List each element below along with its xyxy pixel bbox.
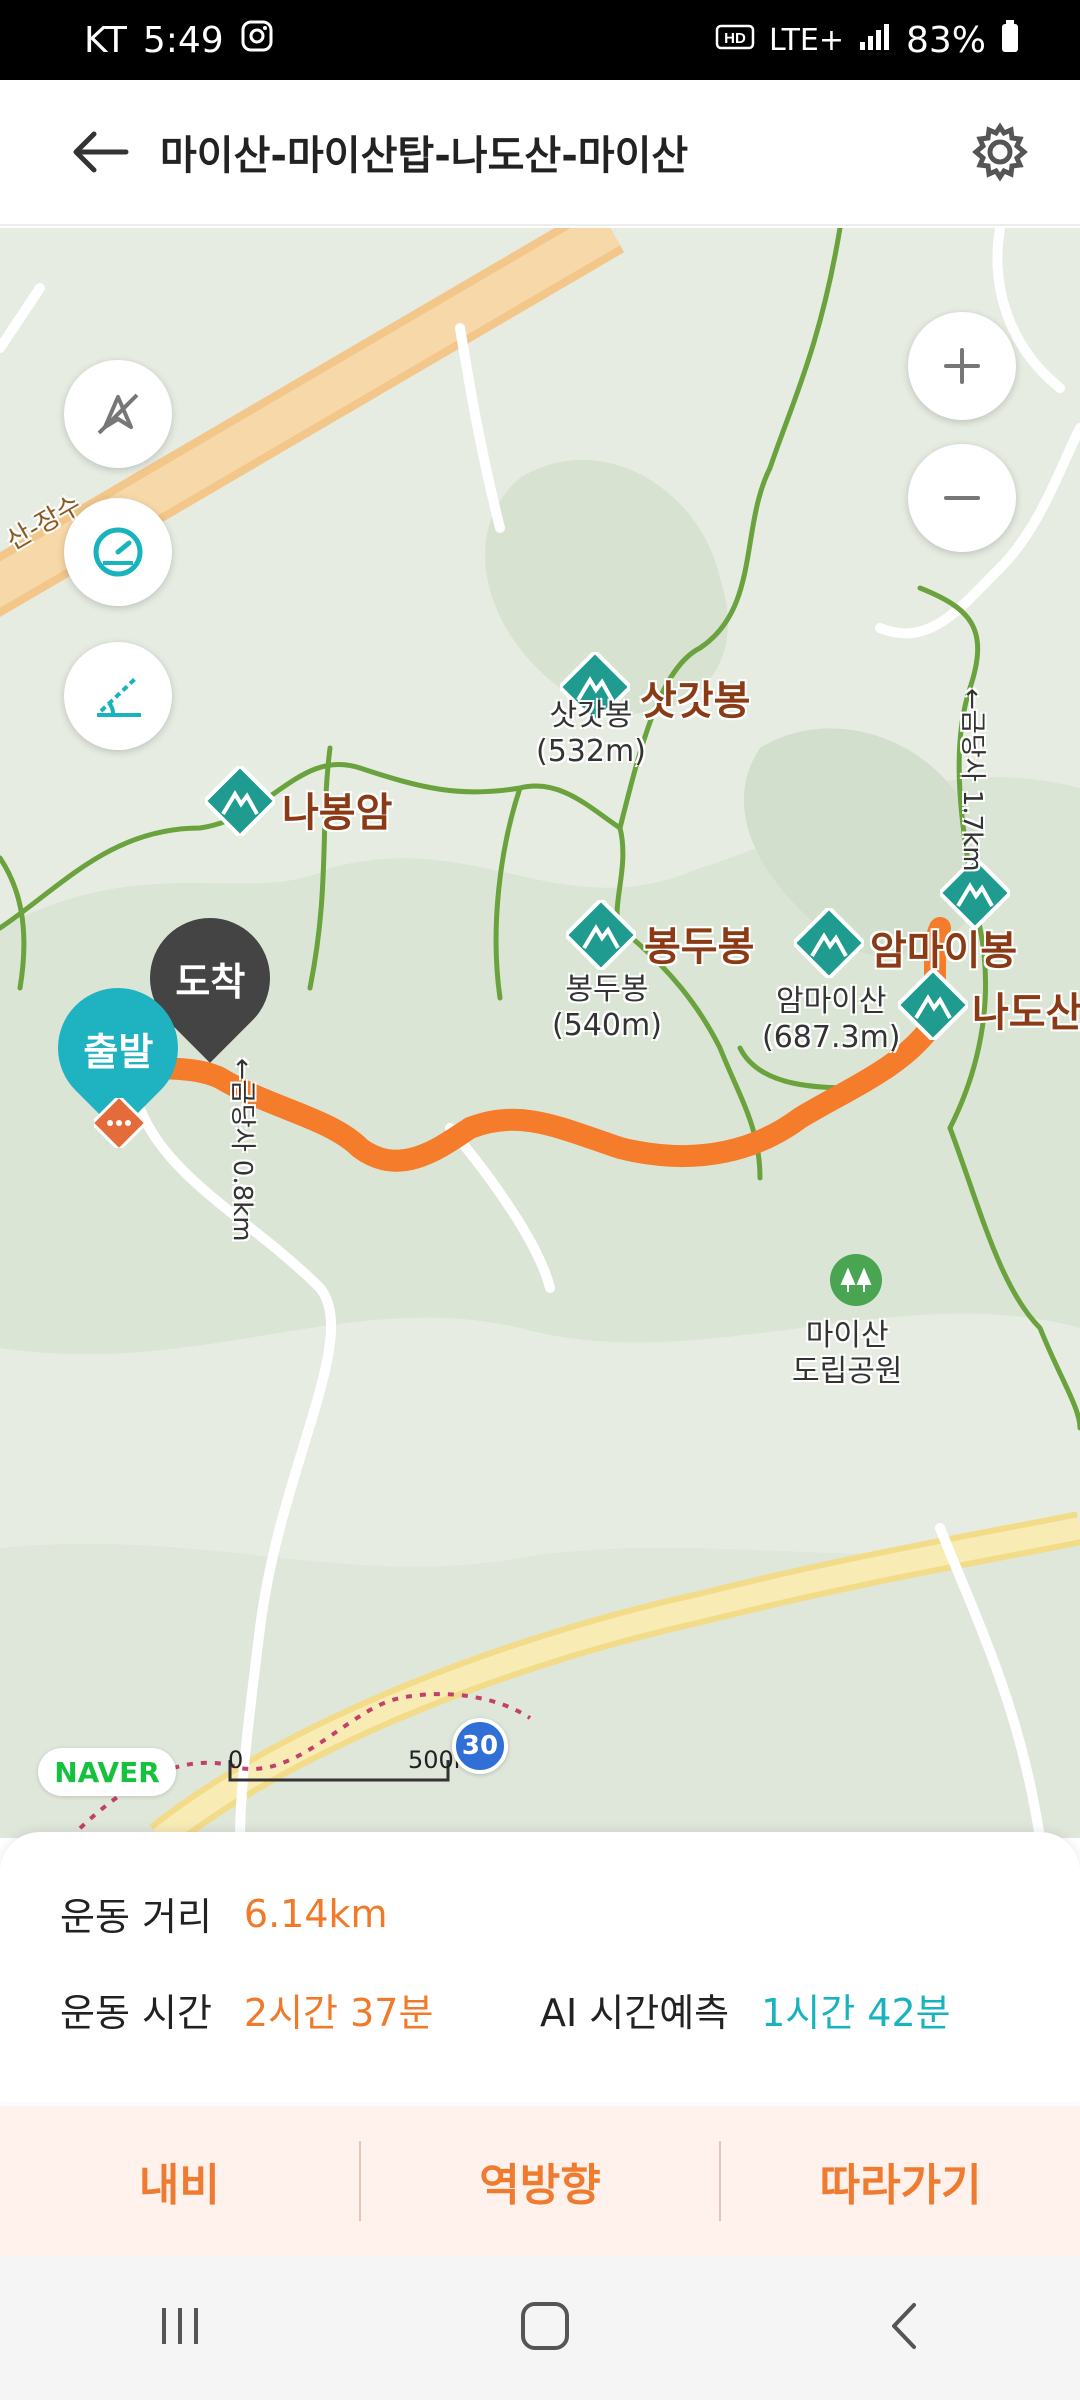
time-label: 운동 시간 bbox=[60, 1991, 212, 2035]
distance-label: 운동 거리 bbox=[60, 1895, 212, 1939]
plus-icon bbox=[944, 348, 980, 384]
end-marker-label: 도착 bbox=[175, 959, 245, 1004]
trailhead-icon bbox=[94, 1098, 148, 1148]
slope-icon bbox=[97, 677, 141, 717]
carrier-text: KT bbox=[84, 19, 127, 61]
navi-button[interactable]: 내비 bbox=[0, 2106, 359, 2256]
route-shield: 30 bbox=[452, 1718, 508, 1774]
ai-label: AI 시간예측 bbox=[540, 1991, 730, 2035]
trail-label-east: ←금당사 1.7km bbox=[957, 688, 987, 872]
signal-icon bbox=[858, 20, 892, 61]
home-icon bbox=[520, 2302, 569, 2350]
system-nav-bar bbox=[0, 2256, 1080, 2400]
route-summary-sheet: 운동 거리 6.14km 운동 시간 2시간 37분 AI 시간예측 1시간 4… bbox=[0, 1832, 1080, 2102]
elevation-label-bongdu: 봉두봉 (540m) bbox=[552, 972, 662, 1043]
slope-button[interactable] bbox=[64, 642, 172, 750]
peak-label-nado: 나도산 bbox=[972, 990, 1080, 1036]
battery-icon bbox=[1000, 19, 1020, 62]
system-back-button[interactable] bbox=[884, 2301, 924, 2355]
park-icon[interactable] bbox=[828, 1252, 884, 1308]
network-text: LTE+ bbox=[768, 22, 844, 58]
svg-text:HD: HD bbox=[724, 30, 746, 47]
map-view[interactable]: 삿갓봉 나봉암 봉두봉 암마이봉 나도산 삿갓봉 (532m) 봉두봉 (540… bbox=[0, 228, 1080, 1838]
peak-label-nabongam: 나봉암 bbox=[282, 790, 393, 836]
peak-label-bongdu: 봉두봉 bbox=[644, 924, 755, 970]
trail-label-north: ←금당사 0.8km bbox=[227, 1058, 257, 1242]
status-bar: KT 5:49 HD LTE+ 83% bbox=[0, 0, 1080, 80]
peak-icon-bongdu[interactable] bbox=[566, 900, 636, 970]
peak-icon-ammai[interactable] bbox=[794, 908, 864, 978]
peak-icon-nado[interactable] bbox=[898, 970, 968, 1040]
park-label: 마이산 도립공원 bbox=[792, 1318, 903, 1389]
elevation-label-ammai: 암마이산 (687.3m) bbox=[762, 984, 901, 1055]
naver-logo: NAVER bbox=[38, 1748, 176, 1796]
minus-icon bbox=[944, 496, 980, 500]
ai-value: 1시간 42분 bbox=[761, 1991, 951, 2035]
compass-off-icon bbox=[97, 393, 139, 435]
distance-value: 6.14km bbox=[243, 1891, 388, 1936]
distance-row: 운동 거리 6.14km bbox=[60, 1886, 388, 1941]
zoom-out-button[interactable] bbox=[908, 444, 1016, 552]
home-button[interactable] bbox=[519, 2300, 571, 2356]
recent-apps-button[interactable] bbox=[156, 2304, 206, 2352]
speedometer-icon bbox=[93, 527, 143, 577]
hd-icon: HD bbox=[715, 20, 755, 61]
settings-button[interactable] bbox=[940, 79, 1060, 225]
gear-icon bbox=[972, 122, 1028, 182]
follow-button[interactable]: 따라가기 bbox=[721, 2106, 1080, 2256]
app-header: 마이산-마이산탑-나도산-마이산 bbox=[0, 80, 1080, 226]
arrow-left-icon bbox=[73, 131, 129, 173]
page-title: 마이산-마이산탑-나도산-마이산 bbox=[160, 133, 689, 179]
back-button[interactable] bbox=[40, 79, 160, 225]
peak-label-satgat: 삿갓봉 bbox=[640, 678, 751, 724]
action-bar: 내비 역방향 따라가기 bbox=[0, 2106, 1080, 2256]
time-row: 운동 시간 2시간 37분 bbox=[60, 1982, 433, 2037]
clock-text: 5:49 bbox=[142, 19, 224, 61]
scale-bar: 0 500m bbox=[228, 1746, 477, 1786]
start-marker-label: 출발 bbox=[83, 1029, 153, 1074]
reverse-button[interactable]: 역방향 bbox=[361, 2106, 720, 2256]
instagram-icon bbox=[240, 19, 274, 62]
zoom-in-button[interactable] bbox=[908, 312, 1016, 420]
battery-text: 83% bbox=[905, 19, 986, 61]
ai-prediction-row: AI 시간예측 1시간 42분 bbox=[540, 1982, 951, 2037]
chevron-left-icon bbox=[891, 2303, 916, 2349]
peak-label-ammai: 암마이봉 bbox=[870, 928, 1018, 974]
time-value: 2시간 37분 bbox=[243, 1991, 434, 2035]
peak-icon-nabongam[interactable] bbox=[205, 766, 275, 836]
compass-toggle-button[interactable] bbox=[64, 360, 172, 468]
recent-apps-icon bbox=[162, 2308, 199, 2344]
elevation-label-satgat: 삿갓봉 (532m) bbox=[536, 698, 646, 769]
scale-left: 0 bbox=[228, 1746, 244, 1774]
